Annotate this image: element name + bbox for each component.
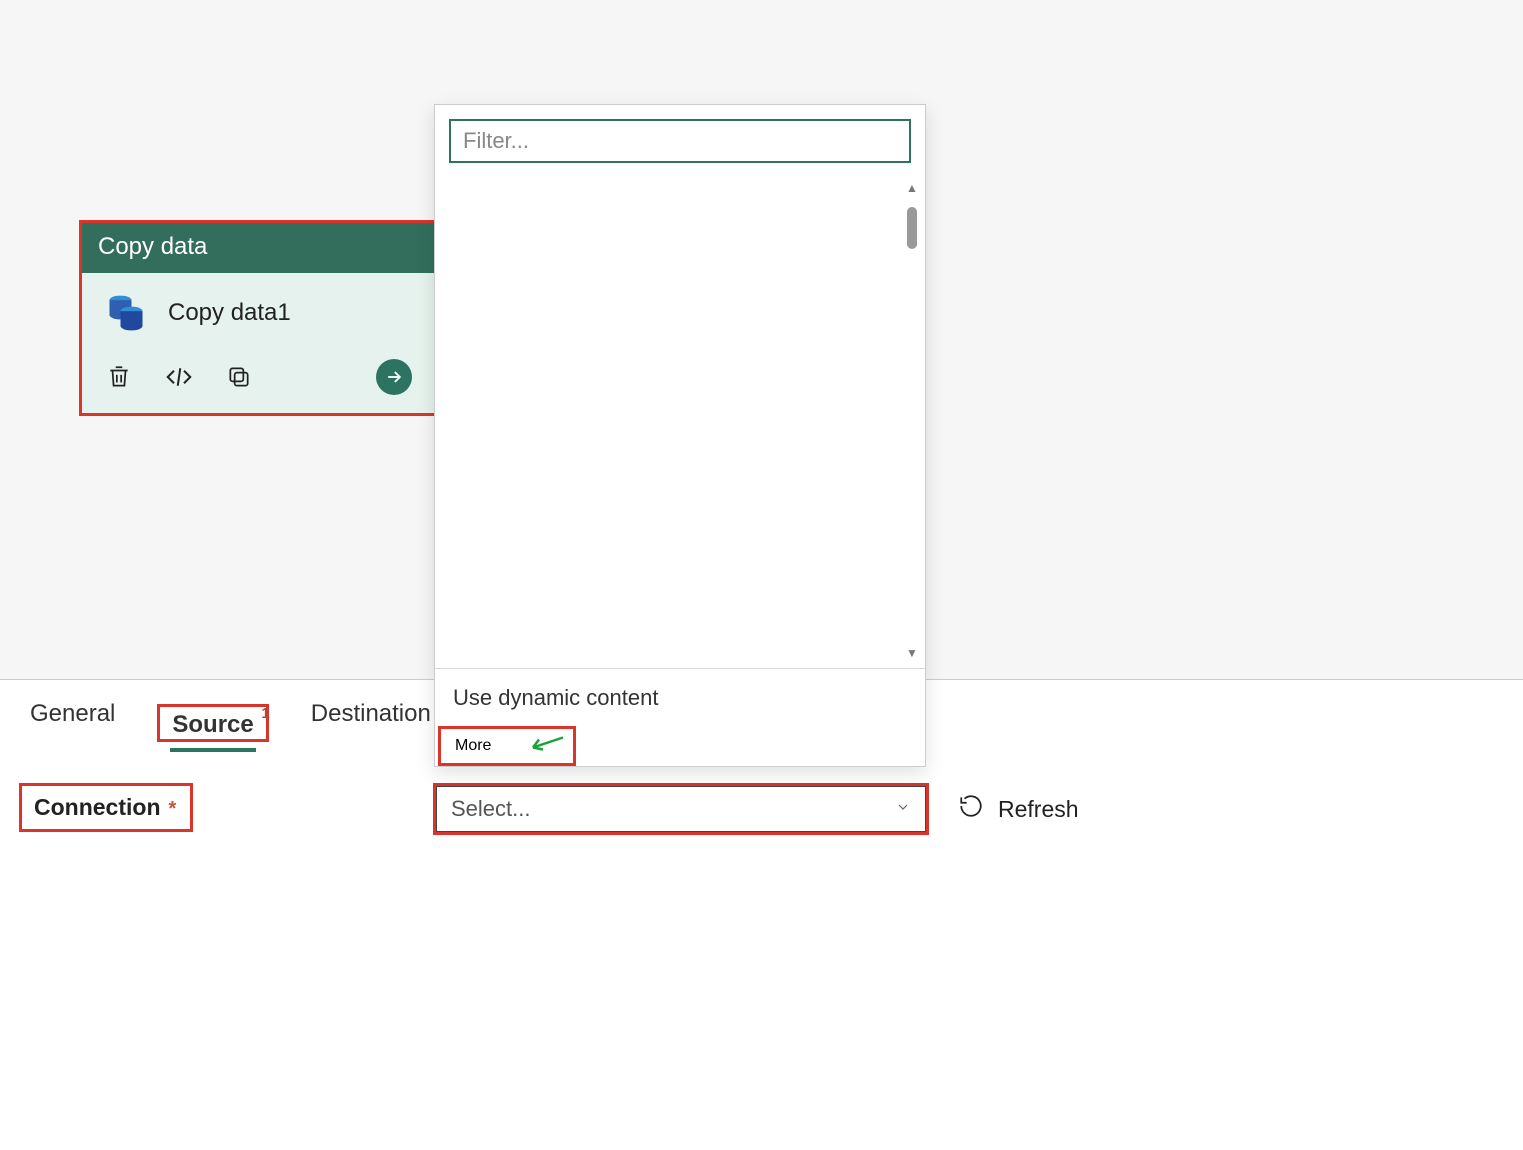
execute-arrow-button[interactable] — [376, 359, 412, 395]
chevron-down-icon — [895, 799, 911, 820]
connection-label: Connection — [34, 794, 161, 821]
scroll-thumb[interactable] — [907, 207, 917, 249]
scroll-up-arrow-icon: ▲ — [906, 181, 918, 195]
connection-row: Connection * — [19, 783, 193, 832]
connection-select-highlight: Select... — [433, 783, 929, 835]
connection-dropdown-panel: ▲ ▼ Use dynamic content More — [434, 104, 926, 767]
copy-icon[interactable] — [224, 362, 254, 392]
activity-card-body: Copy data1 — [82, 273, 434, 345]
dropdown-scrollbar[interactable]: ▲ ▼ — [905, 181, 919, 660]
activity-card-title: Copy data — [82, 223, 434, 273]
tab-source-label: Source — [172, 711, 253, 738]
dropdown-filter-input[interactable] — [449, 119, 911, 163]
copy-data-activity-card[interactable]: Copy data Copy data1 — [79, 220, 437, 416]
tab-destination-label: Destination — [311, 700, 431, 727]
activity-toolbar — [82, 345, 434, 413]
connection-label-highlight: Connection * — [19, 783, 193, 832]
connection-select-placeholder: Select... — [451, 796, 530, 822]
dropdown-list-area[interactable]: ▲ ▼ — [435, 173, 925, 669]
refresh-label: Refresh — [998, 796, 1079, 823]
activity-instance-name: Copy data1 — [168, 299, 291, 327]
tab-source[interactable]: Source 1 — [170, 705, 255, 752]
tab-general[interactable]: General — [28, 690, 117, 742]
tab-source-highlight: Source 1 — [157, 704, 268, 742]
code-icon[interactable] — [164, 362, 194, 392]
refresh-icon — [958, 793, 984, 825]
tab-source-badge: 1 — [261, 705, 269, 722]
tab-destination[interactable]: Destination 1 — [309, 690, 433, 742]
refresh-button[interactable]: Refresh — [958, 793, 1079, 825]
connection-select[interactable]: Select... — [436, 786, 926, 832]
dropdown-option-more-highlight: More — [438, 726, 576, 766]
required-asterisk: * — [169, 798, 177, 821]
delete-icon[interactable] — [104, 362, 134, 392]
properties-tabs: General Source 1 Destination 1 — [28, 690, 433, 742]
dropdown-option-more[interactable]: More — [455, 737, 491, 755]
annotation-arrow-icon — [525, 734, 565, 759]
dropdown-option-use-dynamic-content[interactable]: Use dynamic content — [435, 669, 925, 727]
scroll-down-arrow-icon: ▼ — [906, 646, 918, 660]
database-icon — [104, 291, 148, 335]
